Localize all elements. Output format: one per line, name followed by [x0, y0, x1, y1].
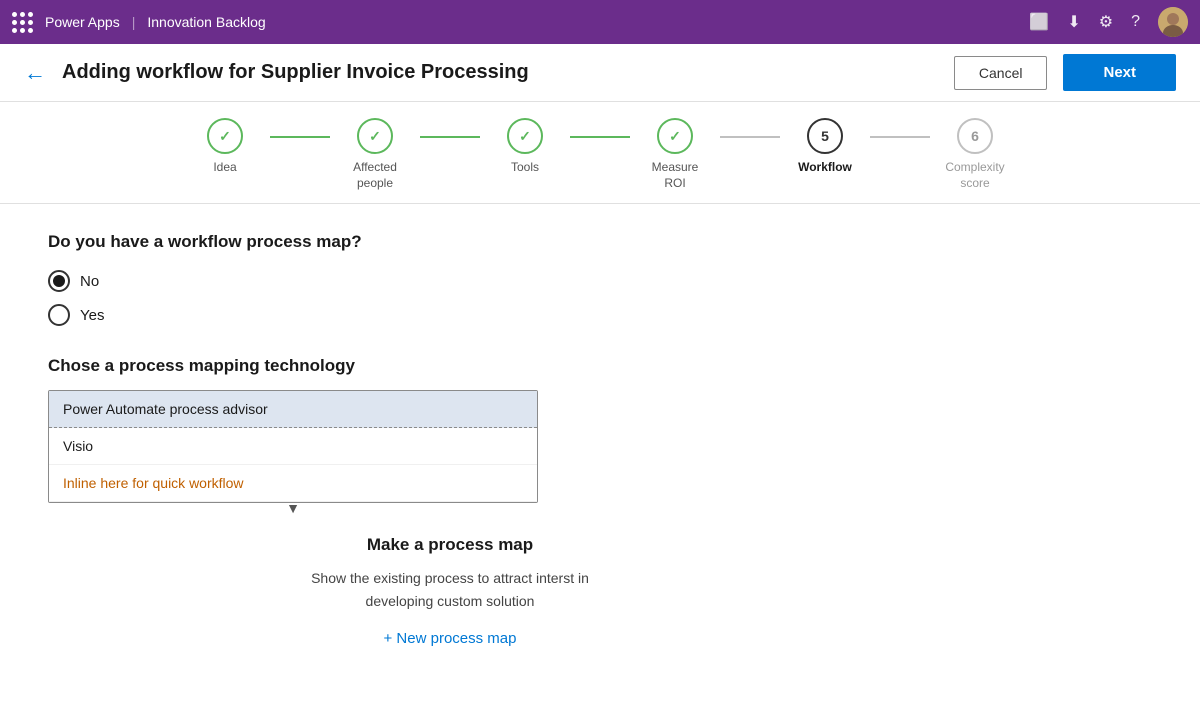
connector-3	[570, 136, 630, 138]
step-complexity: 6 Complexityscore	[930, 118, 1020, 191]
visio-option-text: Visio	[63, 438, 93, 454]
radio-no-circle[interactable]	[48, 270, 70, 292]
step-circle-affected: ✓	[357, 118, 393, 154]
topbar-separator: |	[132, 14, 136, 30]
topbar-icons: ⬜ ⬇ ⚙ ?	[1029, 7, 1188, 37]
next-button[interactable]: Next	[1063, 54, 1176, 91]
step-label-idea: Idea	[213, 160, 236, 176]
radio-group: No Yes	[48, 270, 852, 326]
step-label-measure: MeasureROI	[652, 160, 699, 191]
connector-4	[720, 136, 780, 138]
new-process-map-link[interactable]: + New process map	[384, 630, 517, 647]
radio-yes[interactable]: Yes	[48, 304, 852, 326]
step-circle-complexity: 6	[957, 118, 993, 154]
radio-no[interactable]: No	[48, 270, 852, 292]
workflow-question: Do you have a workflow process map?	[48, 232, 852, 252]
waffle-icon[interactable]	[12, 12, 33, 33]
radio-no-label: No	[80, 273, 99, 290]
step-label-affected: Affectedpeople	[353, 160, 397, 191]
main-content: Do you have a workflow process map? No Y…	[0, 204, 900, 676]
step-circle-tools: ✓	[507, 118, 543, 154]
step-measure-roi: ✓ MeasureROI	[630, 118, 720, 191]
step-label-tools: Tools	[511, 160, 539, 176]
stepper: ✓ Idea ✓ Affectedpeople ✓ Tools ✓ Measur…	[0, 102, 1200, 204]
cancel-button[interactable]: Cancel	[954, 56, 1048, 90]
process-map-description: Show the existing process to attract int…	[48, 567, 852, 612]
dropdown-selected-option[interactable]: Power Automate process advisor	[49, 391, 537, 428]
step-affected-people: ✓ Affectedpeople	[330, 118, 420, 191]
dropdown-option-visio[interactable]: Visio	[49, 428, 537, 465]
app-name: Power Apps	[45, 14, 120, 30]
connector-1	[270, 136, 330, 138]
step-idea: ✓ Idea	[180, 118, 270, 176]
selected-option-text: Power Automate process advisor	[63, 401, 268, 417]
dropdown-arrow-icon: ▼	[286, 500, 300, 516]
step-circle-measure: ✓	[657, 118, 693, 154]
connector-2	[420, 136, 480, 138]
process-map-section: Make a process map Show the existing pro…	[48, 535, 852, 648]
step-workflow: 5 Workflow	[780, 118, 870, 176]
header-row: ← Adding workflow for Supplier Invoice P…	[0, 44, 1200, 102]
settings-icon[interactable]: ⚙	[1099, 12, 1113, 32]
dropdown-option-inline[interactable]: Inline here for quick workflow	[49, 465, 537, 502]
screen-icon[interactable]: ⬜	[1029, 12, 1049, 32]
step-circle-idea: ✓	[207, 118, 243, 154]
connector-5	[870, 136, 930, 138]
radio-yes-label: Yes	[80, 307, 104, 324]
help-icon[interactable]: ?	[1131, 13, 1140, 31]
download-icon[interactable]: ⬇	[1067, 12, 1080, 32]
process-tech-dropdown[interactable]: Power Automate process advisor Visio Inl…	[48, 390, 538, 503]
project-name: Innovation Backlog	[147, 14, 265, 30]
step-label-complexity: Complexityscore	[945, 160, 1004, 191]
page-title: Adding workflow for Supplier Invoice Pro…	[62, 61, 938, 84]
user-avatar[interactable]	[1158, 7, 1188, 37]
step-circle-workflow: 5	[807, 118, 843, 154]
back-button[interactable]: ←	[24, 60, 46, 86]
inline-option-text: Inline here for quick workflow	[63, 475, 244, 491]
step-label-workflow: Workflow	[798, 160, 852, 176]
radio-yes-circle[interactable]	[48, 304, 70, 326]
step-tools: ✓ Tools	[480, 118, 570, 176]
process-map-title: Make a process map	[48, 535, 852, 555]
process-tech-label: Chose a process mapping technology	[48, 356, 852, 376]
topbar: Power Apps | Innovation Backlog ⬜ ⬇ ⚙ ?	[0, 0, 1200, 44]
